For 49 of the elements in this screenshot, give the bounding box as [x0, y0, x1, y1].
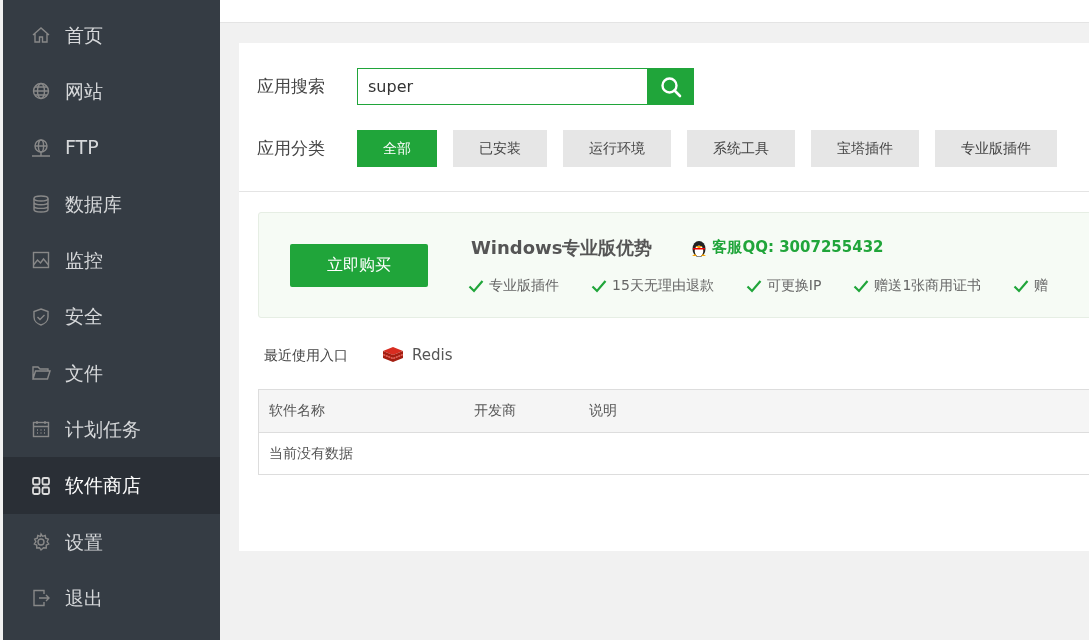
check-icon	[853, 278, 870, 293]
column-header: 软件名称	[269, 402, 325, 418]
sidebar-item[interactable]: 监控	[3, 232, 220, 289]
benefit-text: 可更换IP	[766, 276, 822, 295]
benefit-text: 15天无理由退款	[612, 276, 714, 295]
category-button[interactable]: 运行环境	[563, 130, 671, 167]
category-button[interactable]: 专业版插件	[935, 130, 1057, 167]
globe-icon	[31, 81, 51, 102]
benefit-text: 赠送1张商用证书	[874, 276, 982, 295]
sidebar-item[interactable]: FTP	[3, 119, 220, 176]
sidebar-item[interactable]: 软件商店	[3, 457, 220, 514]
recent-app-link[interactable]: Redis	[382, 344, 453, 367]
search-field[interactable]: super	[357, 68, 647, 105]
globe-network-icon	[31, 137, 51, 158]
column-header: 开发商	[474, 402, 516, 418]
search-button[interactable]	[647, 68, 694, 105]
category-button[interactable]: 已安装	[453, 130, 547, 167]
sidebar-item[interactable]: 退出	[3, 569, 220, 627]
chart-frame-icon	[31, 250, 51, 271]
calendar-icon	[31, 419, 51, 440]
category-label: 应用分类	[257, 136, 326, 160]
database-icon	[31, 194, 51, 215]
contact-text: 客服QQ: 3007255432	[712, 237, 884, 259]
grid-icon	[31, 475, 51, 496]
category-button[interactable]: 宝塔插件	[811, 130, 919, 167]
check-icon	[468, 278, 484, 293]
category-button[interactable]: 系统工具	[687, 130, 795, 167]
recent-label: 最近使用入口	[264, 345, 348, 365]
check-icon	[591, 278, 607, 293]
check-icon	[1013, 278, 1030, 293]
sidebar-item[interactable]: 设置	[3, 513, 220, 570]
exit-icon	[31, 588, 51, 609]
promo-title: Windows专业版优势	[471, 236, 653, 260]
benefit-text: 专业版插件	[489, 276, 559, 295]
sidebar-item[interactable]: 安全	[3, 288, 220, 345]
search-icon	[659, 75, 682, 98]
empty-message: 当前没有数据	[269, 443, 353, 463]
benefit-text: 赠	[1034, 276, 1049, 295]
sidebar-item[interactable]: 文件	[3, 344, 220, 402]
column-header: 说明	[589, 402, 617, 418]
shield-icon	[31, 306, 51, 327]
gear-icon	[31, 531, 51, 552]
sidebar-item[interactable]: 首页	[3, 7, 220, 64]
sidebar-item[interactable]: 数据库	[3, 175, 220, 233]
home-icon	[31, 25, 51, 46]
check-icon	[745, 278, 762, 293]
search-label: 应用搜索	[257, 74, 326, 98]
sidebar-item[interactable]: 计划任务	[3, 401, 220, 458]
sidebar-item[interactable]: 网站	[3, 63, 220, 120]
